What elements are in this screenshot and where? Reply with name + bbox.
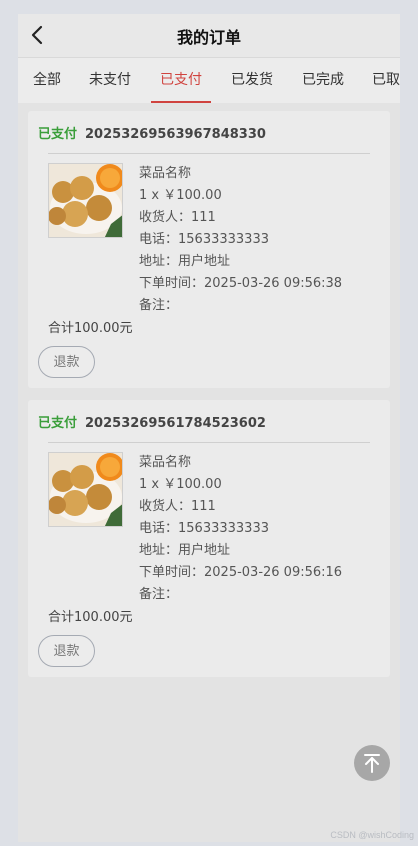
order-details: 菜品名称 1 x ￥100.00 收货人：111 电话：15633333333 …: [139, 163, 342, 317]
divider: [48, 442, 370, 443]
order-total: 合计100.00元: [48, 321, 133, 336]
refund-button[interactable]: 退款: [38, 635, 95, 667]
tab-unpaid[interactable]: 未支付: [80, 58, 140, 103]
order-number: 20253269561784523602: [85, 416, 266, 431]
page-title: 我的订单: [176, 28, 241, 47]
status-badge: 已支付: [38, 416, 78, 431]
receiver: 收货人：111: [139, 499, 216, 514]
tab-paid[interactable]: 已支付: [151, 58, 211, 103]
receiver: 收货人：111: [139, 210, 216, 225]
remark: 备注：: [139, 298, 179, 313]
dish-name: 菜品名称: [139, 166, 192, 181]
divider: [48, 153, 370, 154]
active-tab-indicator: [151, 101, 211, 103]
arrow-up-to-top-icon: [364, 754, 380, 773]
address: 地址：用户地址: [139, 254, 231, 269]
status-badge: 已支付: [38, 127, 78, 142]
tab-completed[interactable]: 已完成: [293, 58, 353, 103]
phone-screen: 我的订单 全部 未支付 已支付 已发货 已完成 已取 已支付 2025326956…: [18, 14, 400, 842]
order-time: 下单时间：2025-03-26 09:56:38: [139, 276, 343, 291]
order-header: 已支付 20253269561784523602: [38, 412, 266, 431]
product-image[interactable]: [48, 452, 123, 527]
order-header: 已支付 20253269563967848330: [38, 123, 266, 142]
back-to-top-button[interactable]: [354, 745, 390, 781]
order-number: 20253269563967848330: [85, 127, 266, 142]
dish-name: 菜品名称: [139, 455, 192, 470]
order-details: 菜品名称 1 x ￥100.00 收货人：111 电话：15633333333 …: [139, 452, 342, 606]
food-thumbnail-image: [49, 164, 122, 237]
product-image[interactable]: [48, 163, 123, 238]
tab-cancelled[interactable]: 已取: [364, 58, 400, 103]
order-card: 已支付 20253269563967848330 菜品名称 1 x ￥100.00…: [28, 111, 390, 388]
phone: 电话：15633333333: [139, 521, 269, 536]
order-total: 合计100.00元: [48, 610, 133, 625]
order-status-tabs: 全部 未支付 已支付 已发货 已完成 已取: [18, 57, 400, 103]
food-thumbnail-image: [49, 453, 122, 526]
quantity-price: 1 x ￥100.00: [139, 477, 222, 492]
tab-all[interactable]: 全部: [18, 58, 76, 103]
address: 地址：用户地址: [139, 543, 231, 558]
quantity-price: 1 x ￥100.00: [139, 188, 222, 203]
remark: 备注：: [139, 587, 179, 602]
watermark: CSDN @wishCoding: [330, 830, 414, 840]
tab-shipped[interactable]: 已发货: [222, 58, 282, 103]
order-time: 下单时间：2025-03-26 09:56:16: [139, 565, 343, 580]
refund-button[interactable]: 退款: [38, 346, 95, 378]
phone: 电话：15633333333: [139, 232, 269, 247]
order-card: 已支付 20253269561784523602 菜品名称 1 x ￥100.00…: [28, 400, 390, 677]
nav-bar: 我的订单: [18, 14, 400, 57]
